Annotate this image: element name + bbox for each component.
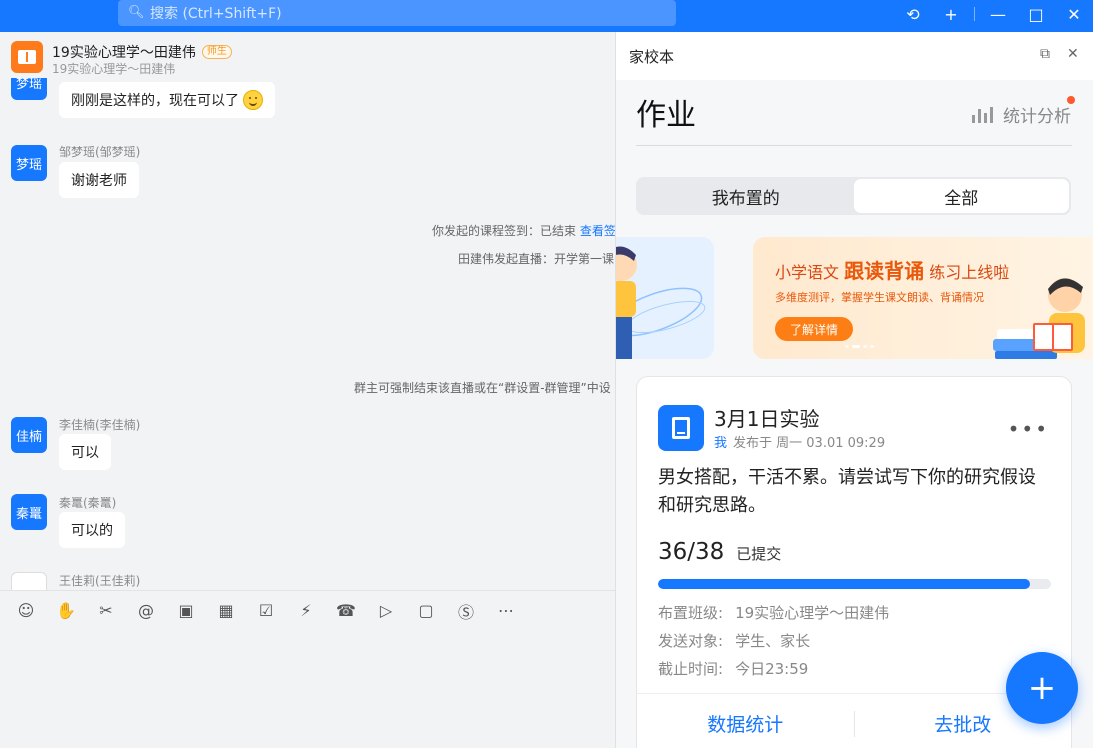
system-message-notice: 群主可强制结束该直播或在“群设置-群管理”中设: [354, 381, 611, 395]
school-icon[interactable]: Ⓢ: [456, 601, 476, 622]
minimize-icon[interactable]: —: [979, 0, 1017, 28]
student-reading-illustration: [993, 278, 1085, 359]
message-bubble: 可以的: [59, 512, 125, 548]
publish-time: 发布于 周一 03.01 09:29: [733, 436, 886, 451]
deadline-label: 截止时间:: [658, 660, 724, 678]
avatar[interactable]: 梦瑶: [11, 145, 47, 181]
deadline-info: 截止时间: 今日23:59: [658, 658, 808, 679]
homework-meta: 我发布于 周一 03.01 09:29: [714, 432, 885, 451]
search-icon: 🔍︎: [128, 5, 145, 20]
emoji-icon[interactable]: ☺: [16, 601, 36, 621]
folder-add-icon[interactable]: ▣: [176, 601, 196, 621]
maximize-icon[interactable]: □: [1017, 0, 1055, 28]
call-icon[interactable]: ☎: [336, 601, 356, 621]
data-statistics-button[interactable]: 数据统计: [637, 710, 854, 737]
sender-name: 秦鼍(秦鼍): [59, 496, 117, 510]
system-message-checkin: 你发起的课程签到：已结束 查看签: [432, 222, 615, 239]
stats-label: 统计分析: [1003, 107, 1071, 127]
submission-count: 36/38 已提交: [658, 539, 781, 565]
tab-all[interactable]: 全部: [853, 179, 1069, 213]
progress-fill: [658, 579, 1031, 589]
divider: [636, 145, 1072, 146]
group-title-text: 19实验心理学～田建伟: [52, 45, 196, 61]
chat-header: 19实验心理学～田建伟 师生 19实验心理学～田建伟: [0, 32, 615, 78]
stats-analysis-button[interactable]: 统计分析: [972, 96, 1075, 127]
chat-toolbar: ☺ ✋ ✂ @ ▣ ▦ ☑ ⚡︎ ☎ ▷ ▢ Ⓢ ⋯: [0, 590, 615, 630]
more-icon[interactable]: ⋯: [496, 601, 516, 621]
notification-dot: [1067, 96, 1075, 104]
group-avatar[interactable]: [11, 41, 43, 73]
close-window-icon[interactable]: ✕: [1055, 0, 1093, 28]
banner-prefix: 小学语文: [775, 263, 840, 282]
smile-emoji-icon: [243, 90, 263, 110]
group-title[interactable]: 19实验心理学～田建伟 师生: [52, 42, 232, 62]
panel-title: 家校本: [629, 48, 675, 66]
class-label: 布置班级:: [658, 604, 724, 622]
history-icon[interactable]: ⟲: [894, 0, 932, 28]
search-placeholder: 搜索 (Ctrl+Shift+F): [150, 6, 282, 22]
message-bubble: 可以: [59, 434, 111, 470]
class-value: 19实验心理学～田建伟: [735, 604, 890, 622]
banner-highlight: 跟读背诵: [844, 259, 925, 283]
popout-icon[interactable]: ⧉: [1040, 46, 1050, 62]
homework-description: 男女搭配，干活不累。请尝试写下你的研究假设和研究思路。: [658, 467, 1036, 516]
chat-panel: 19实验心理学～田建伟 师生 19实验心理学～田建伟 梦瑶 刚刚是这样的，现在可…: [0, 32, 615, 748]
tv-icon[interactable]: ▷: [376, 601, 396, 621]
add-icon[interactable]: +: [932, 0, 970, 28]
group-tag-badge: 师生: [201, 45, 232, 59]
calendar-icon[interactable]: ▦: [216, 601, 236, 621]
window-controls: ⟲ + — □ ✕: [894, 0, 1093, 28]
more-options-icon[interactable]: •••: [1008, 417, 1049, 441]
page-title: 作业: [636, 98, 696, 133]
close-icon[interactable]: ✕: [1067, 46, 1079, 62]
submission-count-value: 36/38: [658, 539, 725, 565]
submission-progress-bar: [658, 579, 1051, 589]
title-bar: 🔍︎ 搜索 (Ctrl+Shift+F) ⟲ + — □ ✕: [0, 0, 1093, 32]
homework-panel: 家校本 ⧉ ✕ 作业 统计分析 我布置的 全部 小学语文 跟读背诵 练习上线啦 …: [615, 32, 1093, 748]
banner-illustration: [616, 246, 706, 359]
sender-name: 李佳楠(李佳楠): [59, 418, 141, 432]
checkbox-icon[interactable]: ☑: [256, 601, 276, 621]
panel-header: 家校本 ⧉ ✕: [616, 32, 1093, 80]
avatar[interactable]: 秦鼍: [11, 494, 47, 530]
at-icon[interactable]: @: [136, 601, 156, 621]
homework-book-icon: [658, 405, 704, 451]
thumbs-up-icon[interactable]: ✋: [56, 601, 76, 621]
message-text: 刚刚是这样的，现在可以了: [71, 93, 239, 109]
message-bubble: 刚刚是这样的，现在可以了: [59, 82, 275, 118]
add-homework-button[interactable]: +: [1006, 652, 1078, 724]
group-subtitle: 19实验心理学～田建伟: [52, 62, 176, 76]
target-info: 发送对象: 学生、家长: [658, 630, 810, 651]
submission-count-label: 已提交: [736, 545, 782, 563]
bolt-icon[interactable]: ⚡︎: [296, 601, 316, 621]
publisher: 我: [714, 436, 728, 451]
view-checkin-link[interactable]: 查看签: [580, 224, 615, 238]
system-text: 你发起的课程签到：已结束: [432, 224, 577, 238]
banner-title: 小学语文 跟读背诵 练习上线啦: [775, 255, 1009, 284]
divider: [974, 7, 975, 21]
card-actions: 数据统计 去批改: [637, 693, 1071, 748]
target-label: 发送对象:: [658, 632, 724, 650]
avatar[interactable]: 佳楠: [11, 417, 47, 453]
homework-title: 3月1日实验: [714, 407, 820, 431]
banner-previous[interactable]: [616, 237, 714, 359]
message-bubble: 谢谢老师: [59, 162, 139, 198]
filter-tabs: 我布置的 全部: [636, 177, 1071, 215]
target-value: 学生、家长: [735, 632, 811, 650]
book-icon: [18, 50, 36, 64]
deadline-value: 今日23:59: [735, 660, 809, 678]
bar-chart-icon: [972, 106, 993, 123]
promo-banner[interactable]: 小学语文 跟读背诵 练习上线啦 多维度测评，掌握学生课文朗读、背诵情况 了解详情: [753, 237, 1093, 359]
present-icon[interactable]: ▢: [416, 601, 436, 621]
system-message-live: 田建伟发起直播：开学第一课: [458, 252, 615, 266]
tab-assigned-by-me[interactable]: 我布置的: [638, 179, 854, 213]
search-input[interactable]: 🔍︎ 搜索 (Ctrl+Shift+F): [118, 0, 676, 26]
sender-name: 邹梦瑶(邹梦瑶): [59, 145, 141, 159]
learn-more-button[interactable]: 了解详情: [775, 317, 853, 341]
banner-description: 多维度测评，掌握学生课文朗读、背诵情况: [775, 291, 984, 304]
class-info: 布置班级: 19实验心理学～田建伟: [658, 602, 889, 623]
scissors-icon[interactable]: ✂: [96, 601, 116, 621]
sender-name: 王佳莉(王佳莉): [59, 574, 141, 588]
carousel-dots: [845, 345, 874, 348]
